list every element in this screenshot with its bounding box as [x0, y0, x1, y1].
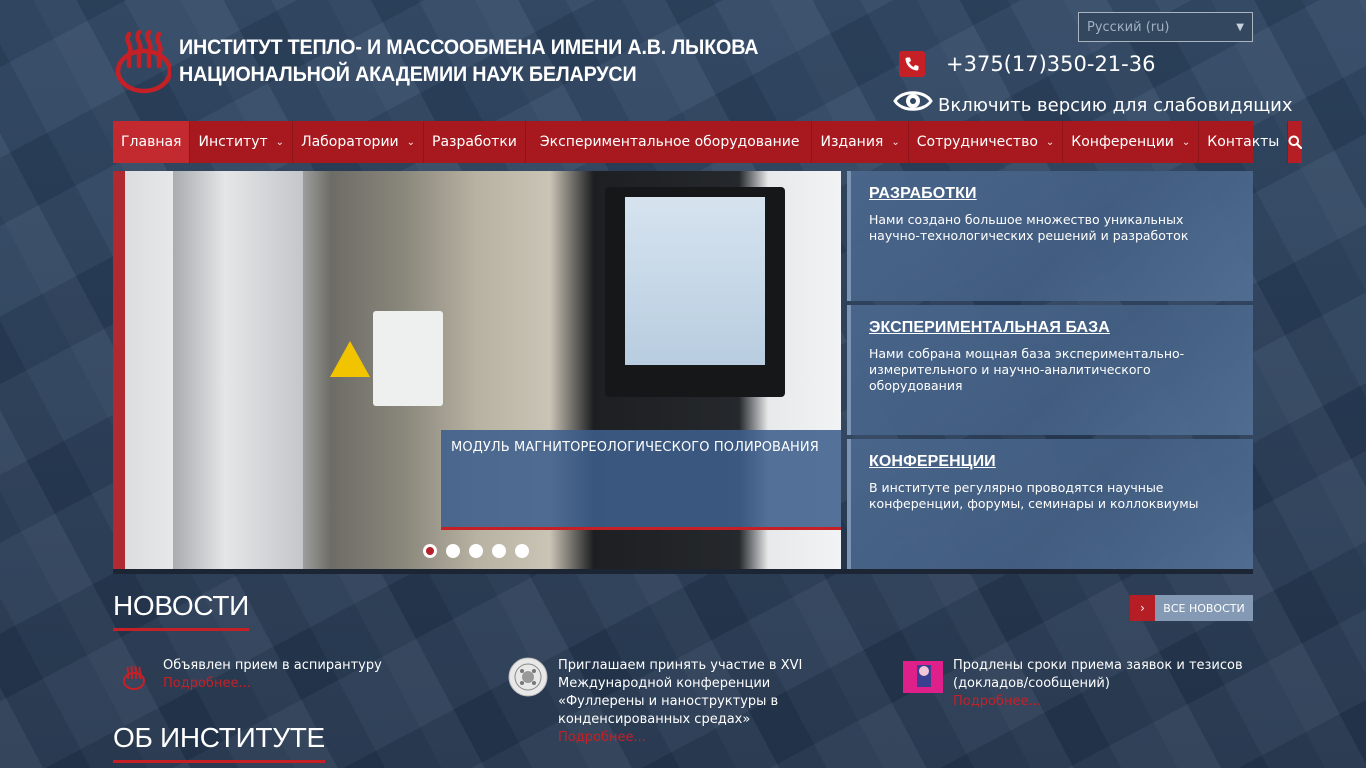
news-body: Приглашаем принять участие в XVI Междуна… — [558, 657, 853, 747]
slider-dot-5[interactable] — [515, 544, 529, 558]
phone-number[interactable]: +375(17)350-21-36 — [946, 52, 1155, 76]
nav-item-label: Сотрудничество — [916, 134, 1038, 150]
accessibility-link[interactable]: Включить версию для слабовидящих — [938, 95, 1293, 116]
nav-item-label: Институт — [198, 134, 268, 150]
feature-title[interactable]: ЭКСПЕРИМЕНТАЛЬНАЯ БАЗА — [869, 319, 1235, 337]
page-container: ИНСТИТУТ ТЕПЛО- И МАССООБМЕНА ИМЕНИ А.В.… — [113, 0, 1303, 768]
slide-image-detail — [173, 171, 303, 569]
feature-experimental-base[interactable]: ЭКСПЕРИМЕНТАЛЬНАЯ БАЗА Нами собрана мощн… — [847, 305, 1253, 435]
nav-item-cooperation[interactable]: Сотрудничество ⌄ — [909, 121, 1064, 163]
slider-dot-3[interactable] — [469, 544, 483, 558]
feature-text: В институте регулярно проводятся научные… — [869, 480, 1199, 511]
chevron-down-icon: ▼ — [1236, 21, 1244, 33]
institute-logo-icon — [123, 665, 145, 690]
news-thumbnail-icon — [903, 661, 943, 693]
all-news-button[interactable]: › ВСЕ НОВОСТИ — [1130, 595, 1253, 621]
about-heading: ОБ ИНСТИТУТЕ — [113, 722, 325, 763]
search-icon — [1288, 135, 1303, 149]
image-slider[interactable]: МОДУЛЬ МАГНИТОРЕОЛОГИЧЕСКОГО ПОЛИРОВАНИЯ — [113, 171, 841, 569]
search-button[interactable] — [1288, 121, 1303, 163]
slide-caption: МОДУЛЬ МАГНИТОРЕОЛОГИЧЕСКОГО ПОЛИРОВАНИЯ — [441, 430, 841, 530]
all-news-label: ВСЕ НОВОСТИ — [1155, 595, 1253, 621]
nav-item-equipment[interactable]: Экспериментальное оборудование — [526, 121, 813, 163]
slide-image-detail — [625, 197, 765, 365]
nav-item-label: Конференции — [1071, 134, 1174, 150]
site-title-line1: ИНСТИТУТ ТЕПЛО- И МАССООБМЕНА ИМЕНИ А.В.… — [179, 36, 759, 59]
chevron-down-icon: ⌄ — [891, 136, 900, 148]
feature-text: Нами создано большое множество уникальны… — [869, 212, 1189, 243]
news-more-link[interactable]: Подробнее... — [163, 675, 382, 693]
chevron-down-icon: ⌄ — [1045, 136, 1055, 148]
language-select[interactable]: Русский (ru) ▼ — [1078, 12, 1253, 42]
language-select-value: Русский (ru) — [1087, 19, 1170, 35]
institute-logo-icon[interactable] — [115, 30, 171, 94]
slide-caption-text: МОДУЛЬ МАГНИТОРЕОЛОГИЧЕСКОГО ПОЛИРОВАНИЯ — [451, 440, 819, 455]
news-title[interactable]: Продлены сроки приема заявок и тезисов (… — [953, 657, 1253, 693]
news-heading: НОВОСТИ — [113, 590, 249, 631]
divider — [113, 569, 1253, 574]
nav-item-conferences[interactable]: Конференции ⌄ — [1063, 121, 1200, 163]
feature-title[interactable]: РАЗРАБОТКИ — [869, 185, 1235, 203]
slide-image-detail — [373, 311, 443, 406]
slider-pagination — [423, 544, 529, 558]
chevron-right-icon: › — [1130, 595, 1155, 621]
chevron-down-icon: ⌄ — [275, 136, 285, 148]
conference-seal-icon — [508, 657, 548, 697]
slider-dot-4[interactable] — [492, 544, 506, 558]
nav-item-publications[interactable]: Издания ⌄ — [812, 121, 909, 163]
nav-item-label: Лаборатории — [301, 134, 399, 150]
news-body: Объявлен прием в аспирантуру Подробнее..… — [163, 657, 382, 697]
slide-image-detail — [113, 171, 125, 569]
feature-text: Нами собрана мощная база экспериментальн… — [869, 346, 1185, 393]
eye-icon[interactable] — [893, 87, 933, 115]
nav-item-label: Разработки — [432, 134, 517, 150]
nav-item-label: Контакты — [1207, 134, 1280, 150]
news-item: Приглашаем принять участие в XVI Междуна… — [508, 657, 853, 747]
nav-item-label: Издания — [820, 134, 884, 150]
site-title[interactable]: ИНСТИТУТ ТЕПЛО- И МАССООБМЕНА ИМЕНИ А.В.… — [179, 34, 759, 88]
nav-item-contacts[interactable]: Контакты — [1199, 121, 1289, 163]
nav-item-laboratories[interactable]: Лаборатории ⌄ — [293, 121, 425, 163]
warning-sign-icon — [330, 341, 370, 377]
feature-conferences[interactable]: КОНФЕРЕНЦИИ В институте регулярно провод… — [847, 439, 1253, 569]
chevron-down-icon: ⌄ — [406, 136, 416, 148]
chevron-down-icon: ⌄ — [1181, 136, 1191, 148]
slider-dot-1[interactable] — [423, 544, 437, 558]
news-title[interactable]: Приглашаем принять участие в XVI Междуна… — [558, 657, 853, 729]
phone-icon — [899, 51, 925, 77]
nav-item-home[interactable]: Главная — [113, 121, 191, 163]
news-title[interactable]: Объявлен прием в аспирантуру — [163, 657, 382, 675]
site-title-line2: НАЦИОНАЛЬНОЙ АКАДЕМИИ НАУК БЕЛАРУСИ — [179, 63, 637, 86]
main-nav: Главная Институт ⌄ Лаборатории ⌄ Разрабо… — [113, 121, 1303, 163]
nav-item-label: Экспериментальное оборудование — [539, 134, 800, 150]
nav-item-developments[interactable]: Разработки — [424, 121, 526, 163]
news-item: Объявлен прием в аспирантуру Подробнее..… — [113, 657, 473, 697]
nav-item-label: Главная — [121, 134, 182, 150]
news-item: Продлены сроки приема заявок и тезисов (… — [903, 657, 1253, 711]
feature-title[interactable]: КОНФЕРЕНЦИИ — [869, 453, 1235, 471]
news-body: Продлены сроки приема заявок и тезисов (… — [953, 657, 1253, 711]
news-more-link[interactable]: Подробнее... — [953, 693, 1253, 711]
nav-item-institute[interactable]: Институт ⌄ — [190, 121, 294, 163]
feature-developments[interactable]: РАЗРАБОТКИ Нами создано большое множеств… — [847, 171, 1253, 301]
news-more-link[interactable]: Подробнее... — [558, 729, 853, 747]
slider-dot-2[interactable] — [446, 544, 460, 558]
